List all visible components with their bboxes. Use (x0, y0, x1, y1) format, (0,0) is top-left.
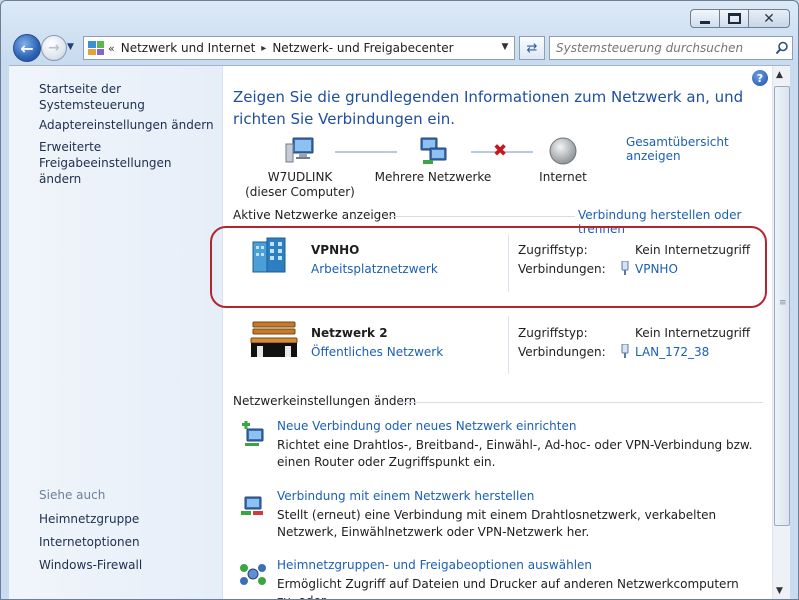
window-caption-buttons: ✕ (690, 9, 790, 28)
homegroup-sharing-icon (239, 560, 267, 588)
network-1-connections-label: Verbindungen: (518, 262, 606, 276)
network-2-category-link[interactable]: Öffentliches Netzwerk (311, 345, 443, 359)
network-2-access-type-value: Kein Internetzugriff (635, 326, 751, 340)
back-arrow-icon: ← (20, 38, 34, 58)
network-1-connection-link[interactable]: VPNHO (635, 262, 678, 276)
scrollbar-thumb[interactable]: ≡ (774, 86, 790, 526)
highlight-circle-annotation (210, 226, 767, 308)
history-dropdown-icon[interactable]: ▼ (67, 42, 74, 52)
network-1-access-type-label: Zugriffstyp: (518, 243, 588, 257)
new-connection-description: Richtet eine Drahtlos-, Breitband-, Einw… (277, 438, 753, 469)
breadcrumb-separator-icon[interactable]: ▸ (261, 43, 266, 54)
control-panel-window: ✕ ← → ▼ « Netzwerk und Internet ▸ Netzwe… (0, 0, 799, 600)
sidebar-link-advanced-sharing[interactable]: Erweiterte Freigabeeinstellungen ändern (39, 139, 214, 187)
new-connection-link[interactable]: Neue Verbindung oder neues Netzwerk einr… (277, 419, 576, 433)
multiple-networks-icon (417, 136, 449, 166)
address-dropdown-icon[interactable]: ▼ (496, 37, 514, 57)
refresh-icon: ⇄ (526, 40, 538, 56)
search-icon[interactable] (772, 41, 792, 55)
new-connection-icon (239, 421, 267, 449)
scrollbar-grip-icon: ≡ (779, 298, 787, 308)
scroll-up-icon[interactable]: ▲ (776, 70, 783, 80)
vertical-scrollbar[interactable]: ▲ ≡ ▼ (772, 66, 790, 599)
help-icon[interactable]: ? (752, 70, 768, 86)
search-box[interactable] (549, 36, 793, 60)
public-network-bench-icon (249, 318, 299, 362)
page-title: Zeigen Sie die grundlegenden Information… (233, 88, 744, 128)
maximize-button[interactable] (719, 9, 748, 28)
forward-arrow-icon: → (48, 40, 60, 56)
minimize-icon (700, 20, 710, 24)
active-networks-divider (385, 216, 575, 217)
network-2-separator (508, 316, 509, 374)
active-networks-heading: Aktive Netzwerke anzeigen (233, 208, 397, 222)
back-button[interactable]: ← (13, 34, 41, 62)
internet-label: Internet (539, 170, 587, 184)
homegroup-sharing-link[interactable]: Heimnetzgruppen- und Freigabeoptionen au… (277, 558, 592, 572)
content-area: Startseite der Systemsteuerung Adapterei… (9, 65, 790, 599)
breadcrumb-item-sharing-center[interactable]: Netzwerk- und Freigabecenter (272, 41, 453, 55)
network-2-name: Netzwerk 2 (311, 326, 388, 340)
computer-icon (284, 136, 316, 166)
sidebar-link-adapter-settings[interactable]: Adaptereinstellungen ändern (39, 117, 214, 133)
maximize-icon (727, 13, 741, 24)
connect-network-link[interactable]: Verbindung mit einem Netzwerk herstellen (277, 489, 534, 503)
full-map-link[interactable]: Gesamtübersicht anzeigen (626, 135, 772, 163)
computer-name: W7UDLINK (267, 170, 333, 184)
close-icon: ✕ (763, 10, 775, 27)
sidebar-link-control-panel-home[interactable]: Startseite der Systemsteuerung (39, 81, 222, 113)
computer-subtitle: (dieser Computer) (245, 185, 355, 199)
network-2-access-type-label: Zugriffstyp: (518, 326, 588, 340)
network-1-access-type-value: Kein Internetzugriff (635, 243, 751, 257)
no-connection-x-icon: ✖ (493, 141, 508, 161)
internet-globe-icon (547, 136, 579, 166)
work-network-icon (251, 236, 289, 274)
multiple-networks-label: Mehrere Netzwerke (374, 170, 492, 184)
map-node-computer[interactable]: W7UDLINK (dieser Computer) (245, 136, 355, 200)
network-1-separator (508, 234, 509, 292)
map-node-multiple-networks[interactable]: Mehrere Netzwerke (373, 136, 493, 185)
network-2-connections-label: Verbindungen: (518, 345, 606, 359)
scroll-down-icon[interactable]: ▼ (776, 586, 783, 596)
lan-connection-icon (620, 343, 630, 361)
close-button[interactable]: ✕ (748, 9, 790, 28)
task-sidebar: Startseite der Systemsteuerung Adapterei… (9, 66, 223, 599)
sidebar-link-internet-options[interactable]: Internetoptionen (39, 534, 140, 550)
main-panel: ? Zeigen Sie die grundlegenden Informati… (210, 66, 772, 599)
sidebar-link-homegroup[interactable]: Heimnetzgruppe (39, 511, 139, 527)
navigation-bar: ← → ▼ « Netzwerk und Internet ▸ Netzwerk… (9, 34, 793, 62)
network-1-category-link[interactable]: Arbeitsplatznetzwerk (311, 262, 438, 276)
refresh-button[interactable]: ⇄ (519, 36, 545, 60)
vpn-connection-icon (620, 260, 630, 278)
control-panel-icon (88, 41, 104, 55)
forward-button[interactable]: → (41, 35, 67, 61)
homegroup-sharing-description: Ermöglicht Zugriff auf Dateien und Druck… (277, 577, 739, 599)
see-also-heading: Siehe auch (39, 488, 106, 502)
sidebar-link-windows-firewall[interactable]: Windows-Firewall (39, 557, 142, 573)
search-input[interactable] (550, 38, 772, 58)
connect-network-icon (239, 491, 267, 519)
connect-network-description: Stellt (erneut) eine Verbindung mit eine… (277, 508, 717, 539)
network-1-name: VPNHO (311, 243, 360, 257)
network-2-connection-link[interactable]: LAN_172_38 (635, 345, 709, 359)
network-settings-divider (398, 402, 763, 403)
breadcrumb-overflow[interactable]: « (108, 42, 115, 55)
breadcrumb-item-network-internet[interactable]: Netzwerk und Internet (121, 41, 256, 55)
minimize-button[interactable] (690, 9, 719, 28)
address-bar[interactable]: « Netzwerk und Internet ▸ Netzwerk- und … (83, 36, 515, 60)
map-node-internet[interactable]: Internet (523, 136, 603, 185)
network-settings-heading: Netzwerkeinstellungen ändern (233, 394, 417, 408)
